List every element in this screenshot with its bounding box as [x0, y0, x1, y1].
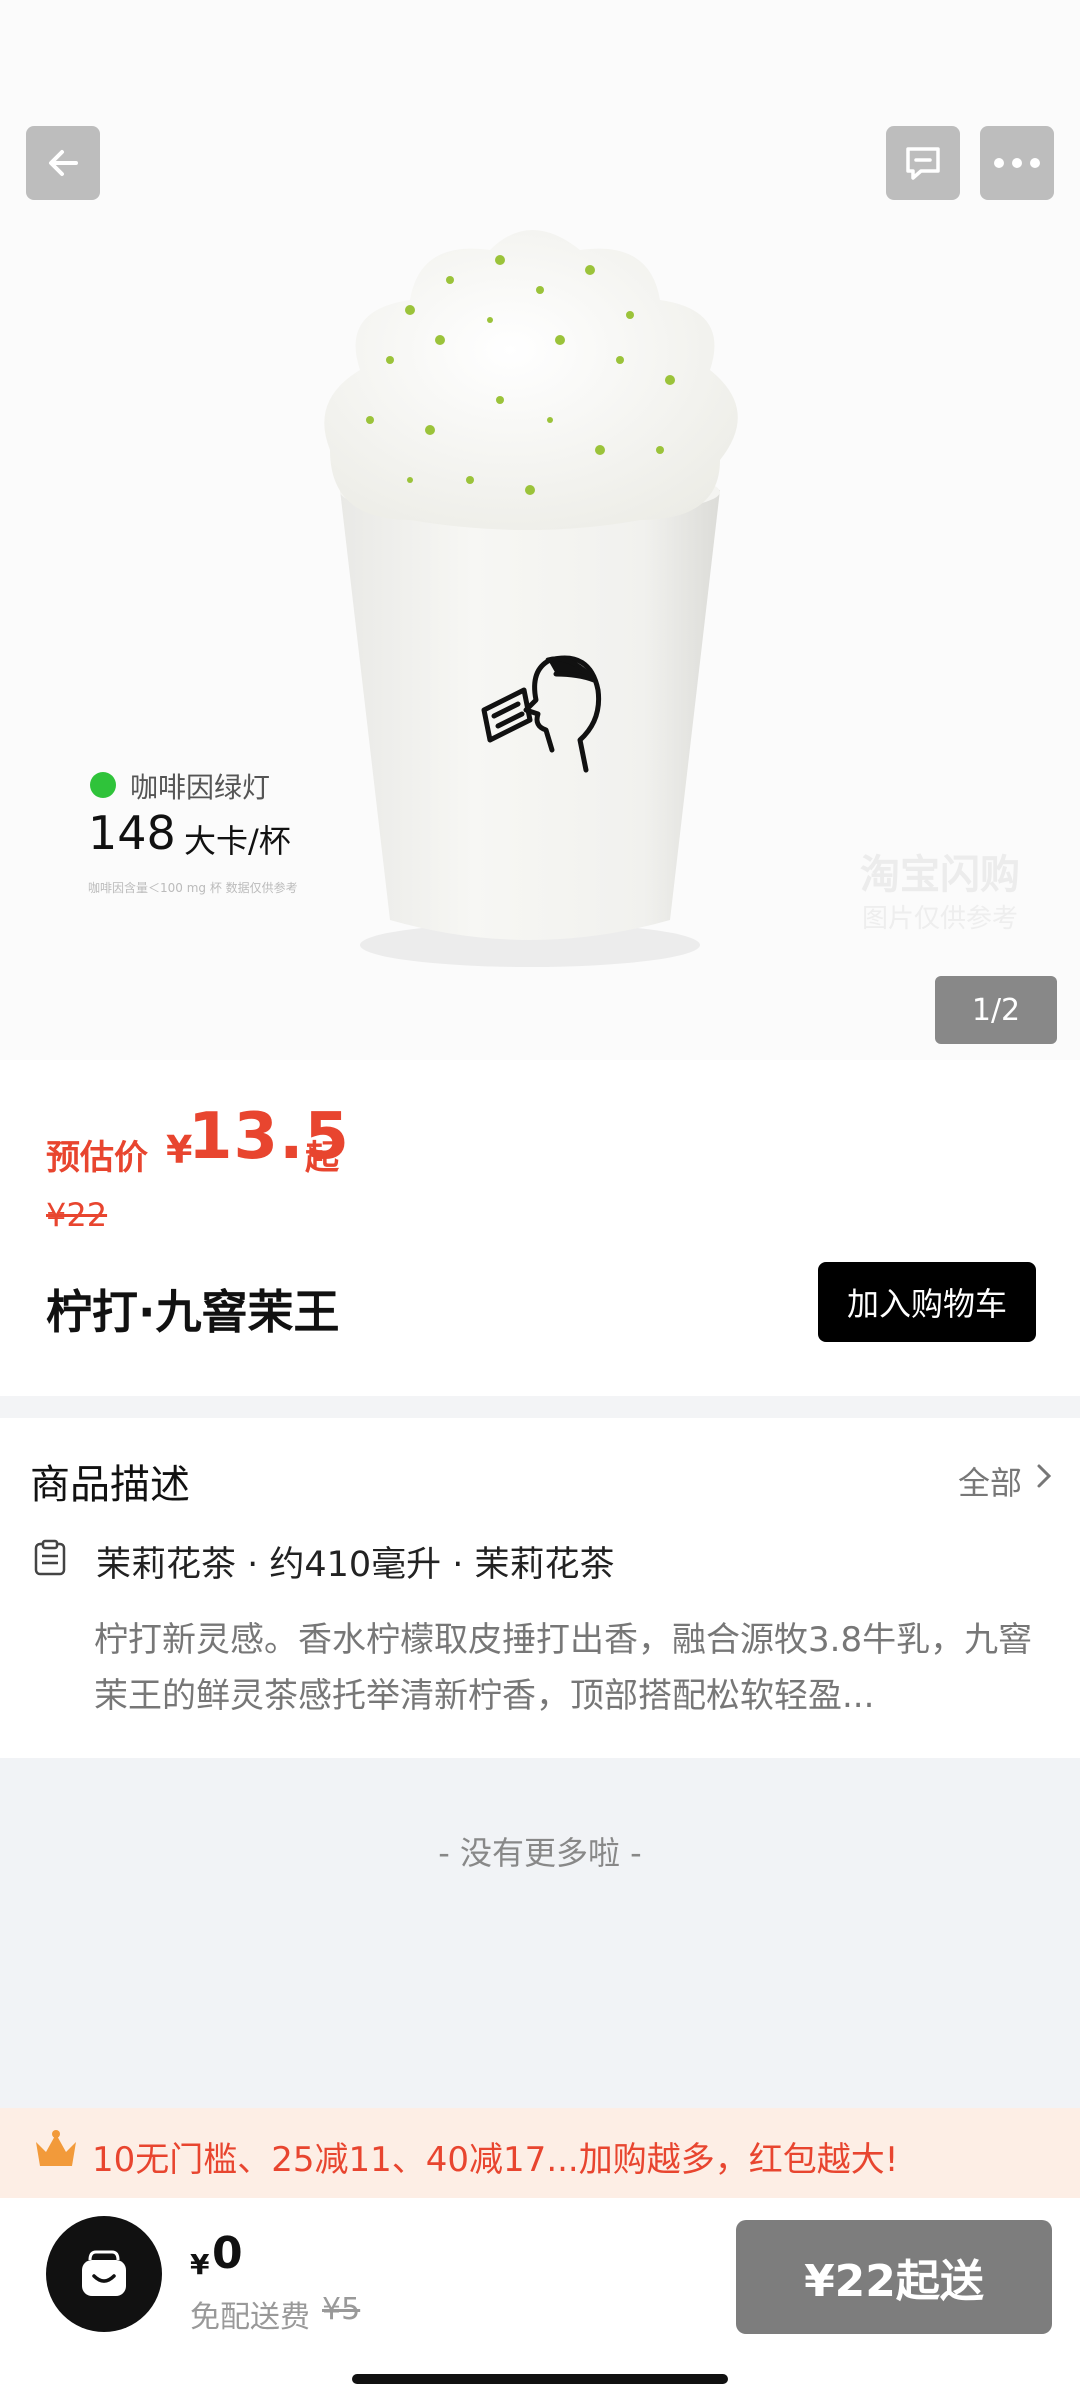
cart-button[interactable] — [46, 2216, 162, 2332]
no-more-text: - 没有更多啦 - — [438, 1834, 642, 1872]
description-title: 商品描述 — [30, 1462, 190, 1508]
product-spec: 茉莉花茶 · 约410毫升 · 茉莉花茶 — [96, 1545, 615, 1585]
image-counter: 1/2 — [935, 976, 1057, 1044]
cart-total: 0 — [212, 2228, 243, 2279]
description-all-link[interactable]: 全部 — [958, 1458, 1022, 1504]
original-price: ¥22 — [46, 1196, 108, 1234]
message-button[interactable] — [886, 126, 960, 200]
estimated-price-label: 预估价 — [46, 1138, 148, 1178]
checkout-button[interactable]: ¥22起送 — [736, 2220, 1052, 2334]
chevron-right-icon[interactable] — [1034, 1460, 1054, 1492]
back-button[interactable] — [26, 126, 100, 200]
chat-icon — [906, 147, 940, 180]
price-suffix: 起 — [305, 1138, 339, 1178]
back-arrow-icon — [49, 150, 78, 176]
delivery-fee-original: ¥5 — [322, 2292, 361, 2327]
home-indicator[interactable] — [352, 2374, 728, 2384]
crown-icon — [36, 2130, 76, 2166]
add-to-cart-button[interactable]: 加入购物车 — [818, 1262, 1036, 1342]
clipboard-icon — [34, 1539, 66, 1576]
watermark: 淘宝闪购 — [860, 852, 1020, 898]
product-title: 柠打·九窨茉王 — [46, 1285, 340, 1339]
calorie-unit: 大卡/杯 — [184, 822, 291, 860]
more-button[interactable] — [980, 126, 1054, 200]
calorie-value: 148 — [88, 806, 176, 860]
calorie-note: 咖啡因含量＜100 mg 杯 数据仅供参考 — [88, 881, 298, 895]
caffeine-tag: 咖啡因绿灯 — [130, 771, 271, 804]
promo-text: 10无门槛、25减11、40减17...加购越多，红包越大! — [92, 2140, 899, 2180]
description-body: 柠打新灵感。香水柠檬取皮捶打出香，融合源牧3.8牛乳，九窨茉王的鲜灵茶感托举清新… — [94, 1620, 1033, 1716]
delivery-fee-label: 免配送费 — [190, 2300, 310, 2335]
section-divider — [0, 1396, 1080, 1418]
caffeine-green-dot — [90, 772, 116, 798]
watermark-subtitle: 图片仅供参考 — [862, 904, 1019, 934]
total-currency: ¥ — [190, 2248, 210, 2281]
drink-image — [300, 220, 760, 980]
more-dots-icon — [994, 158, 1040, 168]
shopping-bag-icon — [82, 2250, 126, 2296]
list-end-area — [0, 1758, 1080, 2108]
